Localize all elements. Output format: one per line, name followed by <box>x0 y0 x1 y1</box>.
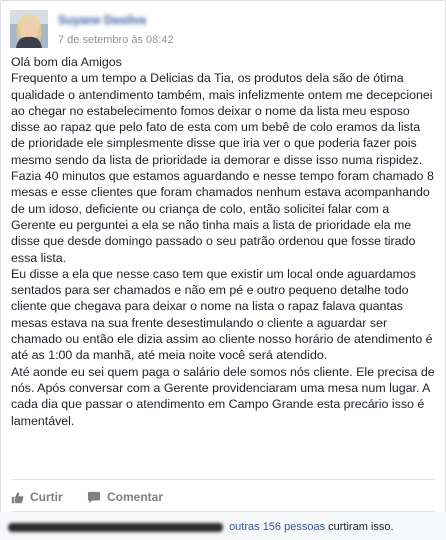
comment-label: Comentar <box>107 490 164 504</box>
avatar[interactable] <box>10 10 48 48</box>
likes-suffix: curtiram isso. <box>328 521 394 533</box>
likes-others-link[interactable]: outras 156 pessoas <box>229 521 325 533</box>
divider <box>11 479 435 480</box>
post-card: Suyane Dasilva 7 de setembro às 08:42 Ol… <box>0 0 446 540</box>
author-name[interactable]: Suyane Dasilva <box>58 13 146 27</box>
likes-summary: outras 156 pessoas curtiram isso. <box>0 512 446 540</box>
speech-bubble-icon <box>87 491 101 503</box>
post-timestamp[interactable]: 7 de setembro às 08:42 <box>58 34 174 46</box>
post-text: Olá bom dia Amigos Frequento a um tempo … <box>11 55 435 428</box>
thumbs-up-icon <box>11 492 24 503</box>
like-label: Curtir <box>30 490 63 504</box>
profile-photo <box>10 10 48 48</box>
like-button[interactable]: Curtir <box>11 490 63 504</box>
comment-button[interactable]: Comentar <box>87 490 163 504</box>
redacted-names <box>8 522 223 532</box>
